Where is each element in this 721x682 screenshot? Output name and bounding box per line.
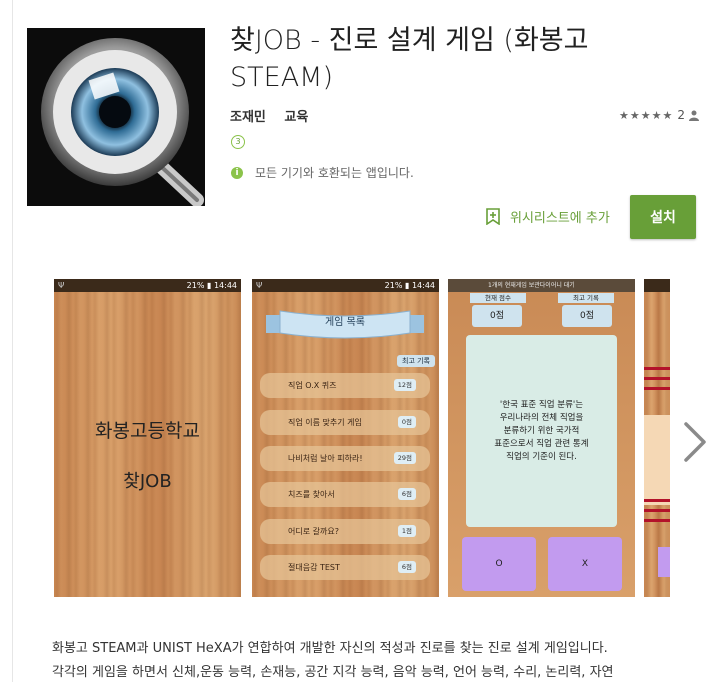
description-line: 각각의 게임을 하면서 신체,운동 능력, 손재능, 공간 지각 능력, 음악 … — [52, 665, 614, 680]
quiz-line: 직업의 기준이 된다. — [506, 452, 577, 462]
star-rating-icon: ★★★★★ — [619, 108, 674, 122]
app-title: 찾JOB - 진로 설계 게임 (화봉고 STEAM) — [230, 22, 700, 96]
best-score-label: 최고 기록 — [558, 293, 614, 303]
eye-magnifier-icon — [27, 28, 205, 206]
game-menu-item: 직업 O.X 퀴즈 12점 — [260, 373, 430, 398]
card-edge — [12, 0, 13, 682]
status-bar: Ψ 21% ▮ 14:44 — [54, 279, 241, 292]
menu-title: 게임 목록 — [325, 317, 365, 328]
compatibility-note: i 모든 기기와 호환되는 앱입니다. — [231, 164, 414, 181]
game-menu-item: 직업 이름 맞추기 게임 0점 — [260, 410, 430, 435]
game-menu-label: 직업 O.X 퀴즈 — [288, 381, 337, 390]
rating: ★★★★★ 2 — [619, 108, 699, 122]
game-menu-label: 어디로 갈까요? — [288, 527, 339, 536]
screenshot-3[interactable]: 1개의 현재게임 보관다이어니 대기 현재 점수 최고 기록 0점 0점 '한국… — [448, 279, 635, 597]
screenshot-carousel: Ψ 21% ▮ 14:44 화봉고등학교 찾JOB Ψ 21% ▮ 14:44 … — [54, 279, 670, 597]
app-icon — [27, 28, 205, 206]
description-line: 화봉고 STEAM과 UNIST HeXA가 연합하여 개발한 자신의 적성과 … — [52, 641, 608, 656]
game-menu-score: 6점 — [397, 488, 416, 500]
answer-o-button: O — [462, 537, 536, 591]
game-menu-score: 0점 — [397, 416, 416, 428]
app-description: 화봉고 STEAM과 UNIST HeXA가 연합하여 개발한 자신의 적성과 … — [52, 637, 692, 682]
notification-bar: 1개의 현재게임 보관다이어니 대기 — [448, 279, 635, 292]
answer-button-partial — [658, 547, 670, 577]
person-icon — [689, 110, 699, 121]
wishlist-label: 위시리스트에 추가 — [510, 211, 610, 226]
battery-icon: ▮ — [404, 281, 412, 290]
game-menu-item: 나비처럼 날아 피하라! 29점 — [260, 446, 430, 471]
game-menu-item: 절대음감 TEST 6점 — [260, 555, 430, 580]
status-time: 14:44 — [213, 281, 237, 290]
usb-icon: Ψ — [58, 281, 65, 290]
game-menu-label: 직업 이름 맞추기 게임 — [288, 418, 362, 427]
game-menu-label: 치즈를 찾아서 — [288, 490, 335, 499]
screenshot-4[interactable] — [644, 279, 670, 597]
developer-line: 조재민 교육 — [230, 106, 322, 125]
compatibility-text: 모든 기기와 호환되는 앱입니다. — [255, 166, 414, 180]
red-stripe — [644, 499, 670, 502]
answer-x-button: X — [548, 537, 622, 591]
screenshot-1[interactable]: Ψ 21% ▮ 14:44 화봉고등학교 찾JOB — [54, 279, 241, 597]
rating-count: 2 — [677, 108, 685, 122]
game-menu-score: 1점 — [397, 525, 416, 537]
status-bar — [644, 279, 670, 292]
usb-icon: Ψ — [256, 281, 263, 290]
quiz-line: 우리나라의 전체 직업을 — [499, 413, 584, 423]
status-bar: Ψ 21% ▮ 14:44 — [252, 279, 439, 292]
game-menu-item: 어디로 갈까요? 1점 — [260, 519, 430, 544]
quiz-line: '한국 표준 직업 분류'는 — [499, 400, 584, 410]
quiz-line: 표준으로서 직업 관련 통계 — [494, 439, 589, 449]
age-rating-badge[interactable]: 3 — [231, 135, 245, 149]
quiz-line: 분류하기 위한 국가적 — [503, 426, 580, 436]
current-score-label: 현재 점수 — [470, 293, 526, 303]
battery-level: 21% — [384, 281, 403, 290]
game-menu-label: 나비처럼 날아 피하라! — [288, 454, 363, 463]
content-block — [644, 415, 670, 505]
best-record-tag: 최고 기록 — [397, 355, 435, 367]
battery-icon: ▮ — [206, 281, 214, 290]
game-name: 찾JOB — [123, 471, 172, 492]
wishlist-button[interactable]: 위시리스트에 추가 — [486, 207, 610, 226]
screenshot-2[interactable]: Ψ 21% ▮ 14:44 게임 목록 최고 기록 직업 O.X 퀴즈 12점 … — [252, 279, 439, 597]
game-menu-score: 6점 — [397, 561, 416, 573]
quiz-question: '한국 표준 직업 분류'는 우리나라의 전체 직업을 분류하기 위한 국가적 … — [466, 399, 617, 464]
best-score: 0점 — [562, 305, 612, 327]
app-title-line1: 찾JOB - 진로 설계 게임 (화봉고 — [230, 25, 589, 56]
game-menu-score: 12점 — [393, 379, 416, 391]
game-menu-label: 절대음감 TEST — [288, 563, 340, 572]
game-menu-score: 29점 — [393, 452, 416, 464]
red-stripe — [644, 377, 670, 380]
info-icon: i — [231, 166, 243, 179]
school-name: 화봉고등학교 — [95, 420, 200, 442]
red-stripe — [644, 387, 670, 390]
developer-link[interactable]: 조재민 — [230, 110, 266, 125]
bookmark-add-icon — [486, 208, 500, 225]
current-score: 0점 — [472, 305, 522, 327]
game-menu-item: 치즈를 찾아서 6점 — [260, 482, 430, 507]
red-stripe — [644, 367, 670, 370]
chevron-right-icon[interactable] — [680, 420, 710, 464]
status-time: 14:44 — [411, 281, 435, 290]
app-title-line2: STEAM) — [230, 62, 333, 93]
red-stripe — [644, 519, 670, 522]
category-link[interactable]: 교육 — [284, 110, 308, 125]
battery-level: 21% — [186, 281, 205, 290]
red-stripe — [644, 509, 670, 512]
install-button[interactable]: 설치 — [630, 195, 696, 239]
